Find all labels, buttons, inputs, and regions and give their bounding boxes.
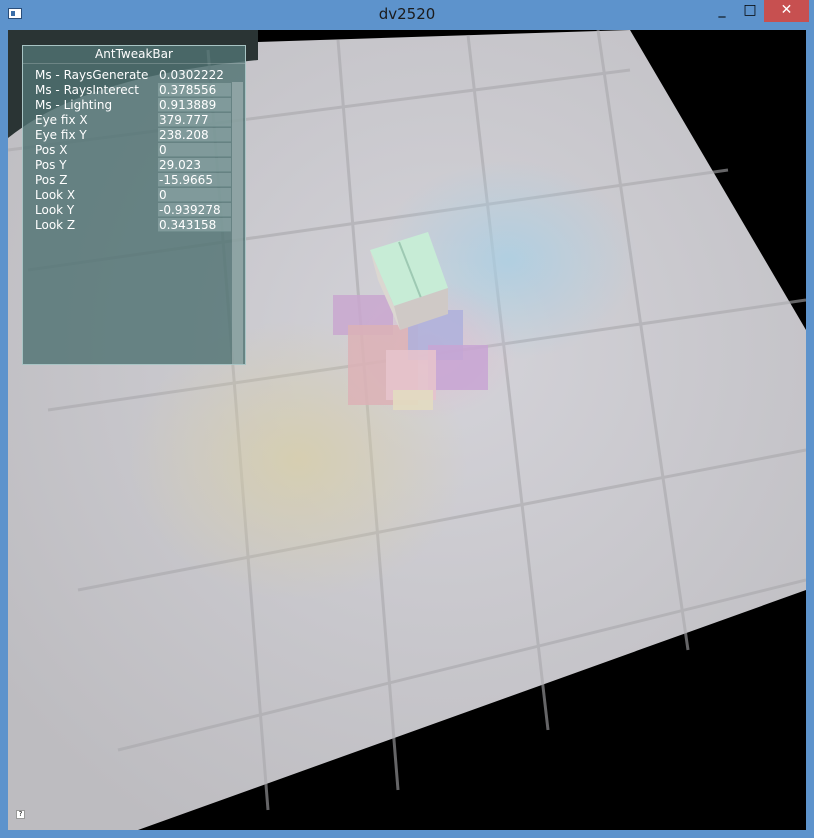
tweakbar-row[interactable]: Look Y -0.939278 bbox=[35, 203, 232, 218]
close-button[interactable]: ✕ bbox=[764, 0, 809, 22]
row-value[interactable]: 29.023 bbox=[158, 158, 231, 172]
maximize-button[interactable]: □ bbox=[736, 0, 764, 22]
tweakbar-title[interactable]: AntTweakBar bbox=[23, 46, 245, 64]
row-label: Look Z bbox=[35, 218, 76, 232]
row-label: Look Y bbox=[35, 203, 75, 217]
tweakbar-row[interactable]: Ms - RaysInterect 0.378556 bbox=[35, 83, 232, 98]
tweakbar-row[interactable]: Pos Y 29.023 bbox=[35, 158, 232, 173]
minimize-button[interactable]: _ bbox=[708, 0, 736, 22]
row-label: Pos Z bbox=[35, 173, 68, 187]
row-value[interactable]: 0.378556 bbox=[158, 83, 231, 97]
row-label: Eye fix Y bbox=[35, 128, 87, 142]
row-value[interactable]: -0.939278 bbox=[158, 203, 231, 217]
row-value[interactable]: 238.208 bbox=[158, 128, 231, 142]
app-window: dv2520 _ □ ✕ AntTweakBar Ms - RaysGenera… bbox=[0, 0, 814, 838]
row-value[interactable]: 0 bbox=[158, 188, 231, 202]
tweakbar-row[interactable]: Eye fix X 379.777 bbox=[35, 113, 232, 128]
tweakbar-row[interactable]: Pos X 0 bbox=[35, 143, 232, 158]
row-value[interactable]: 379.777 bbox=[158, 113, 231, 127]
row-value[interactable]: 0 bbox=[158, 143, 231, 157]
tweakbar-row[interactable]: Ms - Lighting 0.913889 bbox=[35, 98, 232, 113]
row-value[interactable]: 0.913889 bbox=[158, 98, 231, 112]
row-label: Pos X bbox=[35, 143, 68, 157]
render-viewport[interactable]: AntTweakBar Ms - RaysGenerate 0.0302222 … bbox=[8, 30, 806, 830]
row-label: Eye fix X bbox=[35, 113, 88, 127]
tweakbar-row[interactable]: Pos Z -15.9665 bbox=[35, 173, 232, 188]
row-value[interactable]: -15.9665 bbox=[158, 173, 231, 187]
tweakbar-row[interactable]: Eye fix Y 238.208 bbox=[35, 128, 232, 143]
row-label: Ms - Lighting bbox=[35, 98, 113, 112]
tweakbar-panel[interactable]: AntTweakBar Ms - RaysGenerate 0.0302222 … bbox=[22, 45, 246, 365]
title-bar[interactable]: dv2520 _ □ ✕ bbox=[0, 0, 814, 30]
tweakbar-row[interactable]: Ms - RaysGenerate 0.0302222 bbox=[35, 68, 232, 83]
tweakbar-rows: Ms - RaysGenerate 0.0302222 Ms - RaysInt… bbox=[35, 68, 232, 233]
row-value[interactable]: 0.0302222 bbox=[158, 68, 231, 82]
row-label: Pos Y bbox=[35, 158, 67, 172]
tweakbar-scrollbar[interactable] bbox=[232, 82, 243, 364]
row-label: Look X bbox=[35, 188, 76, 202]
tweakbar-row[interactable]: Look X 0 bbox=[35, 188, 232, 203]
window-title: dv2520 bbox=[378, 5, 436, 23]
row-label: Ms - RaysGenerate bbox=[35, 68, 149, 82]
tweakbar-row[interactable]: Look Z 0.343158 bbox=[35, 218, 232, 233]
help-icon[interactable]: ? bbox=[16, 810, 25, 819]
row-label: Ms - RaysInterect bbox=[35, 83, 139, 97]
row-value[interactable]: 0.343158 bbox=[158, 218, 231, 232]
